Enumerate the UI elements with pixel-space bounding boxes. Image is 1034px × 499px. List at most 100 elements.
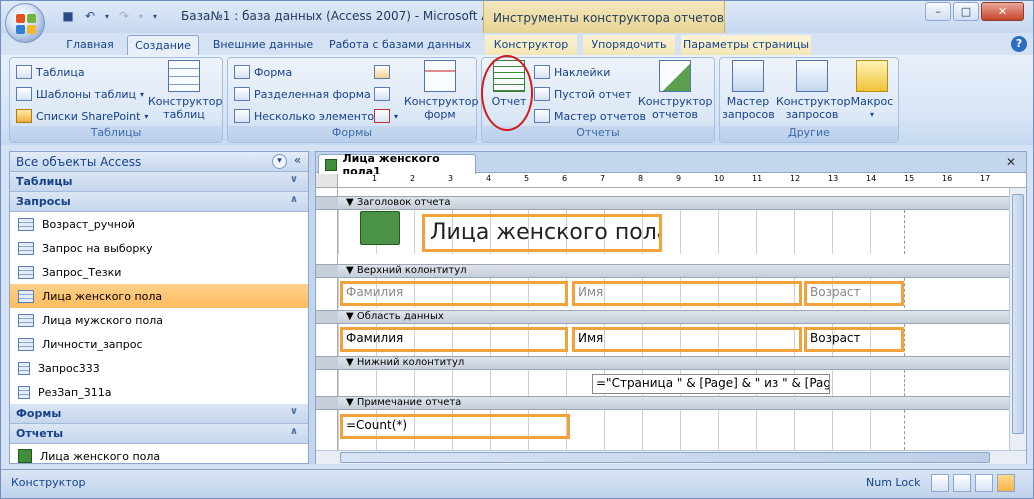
undo-dropdown-icon[interactable]: ▾ <box>103 8 111 24</box>
help-icon[interactable]: ? <box>1011 36 1027 52</box>
document-tab[interactable]: Лица женского пола1 <box>318 152 476 178</box>
nav-item-query-selected[interactable]: Лица женского пола <box>10 284 308 308</box>
report-title-label[interactable]: Лица женского пола <box>422 214 662 252</box>
layout-view-icon[interactable] <box>975 474 993 492</box>
blank-form-icon <box>374 87 390 101</box>
report-view-icon[interactable] <box>931 474 949 492</box>
ruler-tick-label: 7 <box>600 174 606 183</box>
nav-category-queries[interactable]: Запросы ∧ <box>10 192 308 212</box>
save-icon[interactable]: ■ <box>59 8 77 24</box>
table-templates-button[interactable]: Шаблоны таблиц ▾ <box>16 84 144 104</box>
print-preview-icon[interactable] <box>953 474 971 492</box>
detail-field-firstname[interactable]: Имя <box>572 327 802 352</box>
page-number-expression[interactable]: ="Страница " & [Page] & " из " & [Pages <box>592 374 830 394</box>
report-icon <box>325 158 337 171</box>
nav-item-query[interactable]: Запрос на выборку <box>10 236 308 260</box>
nav-category-reports[interactable]: Отчеты ∧ <box>10 424 308 444</box>
header-label-lastname[interactable]: Фамилия <box>340 281 568 306</box>
window-title: База№1 : база данных (Access 2007) - Mic… <box>181 9 514 23</box>
split-form-button[interactable]: Разделенная форма <box>234 84 371 104</box>
ruler-corner[interactable] <box>316 174 338 188</box>
nav-item-query[interactable]: Запрос_Тезки <box>10 260 308 284</box>
table-design-button[interactable]: Конструктор таблиц <box>148 60 222 121</box>
document-tabs: Лица женского пола1 ✕ <box>316 152 1026 178</box>
table-button[interactable]: Таблица <box>16 62 85 82</box>
horizontal-ruler: 1 2 3 4 5 6 7 8 9 10 11 12 13 14 15 16 17 <box>338 174 1026 188</box>
ruler-tick-label: 9 <box>676 174 682 183</box>
ribbon-tabs: Главная Создание Внешние данные Работа с… <box>1 33 1033 55</box>
action-query-icon <box>18 385 30 399</box>
close-button[interactable]: ✕ <box>981 2 1024 21</box>
group-forms: Форма Разделенная форма Несколько элемен… <box>227 57 478 143</box>
maximize-button[interactable]: □ <box>953 2 979 21</box>
detail-field-age[interactable]: Возраст <box>804 327 904 352</box>
header-label-firstname[interactable]: Имя <box>572 281 802 306</box>
action-query-icon <box>18 361 30 375</box>
macro-button[interactable]: Макрос ▾ <box>848 60 896 121</box>
section-selector[interactable] <box>316 264 338 278</box>
close-document-icon[interactable]: ✕ <box>1006 155 1016 169</box>
horizontal-scroll-thumb[interactable] <box>340 452 990 463</box>
section-selector[interactable] <box>316 310 338 324</box>
nav-item-query[interactable]: Возраст_ручной <box>10 212 308 236</box>
detail-field-lastname[interactable]: Фамилия <box>340 327 568 352</box>
pivot-chart-button[interactable] <box>374 62 390 82</box>
horizontal-scrollbar[interactable] <box>316 450 1026 464</box>
report-design-button[interactable]: Конструктор отчетов <box>638 60 712 121</box>
nav-item-report[interactable]: Лица женского пола <box>10 444 308 468</box>
nav-item-query[interactable]: Лица мужского пола <box>10 308 308 332</box>
query-design-button[interactable]: Конструктор запросов <box>776 60 850 121</box>
more-forms-icon <box>374 109 390 123</box>
tab-external-data[interactable]: Внешние данные <box>207 35 319 55</box>
blank-report-button[interactable]: Пустой отчет <box>534 84 631 104</box>
group-tables: Таблица Шаблоны таблиц ▾ Списки SharePoin… <box>9 57 223 143</box>
customize-qat-icon[interactable]: ▾ <box>149 8 161 24</box>
nav-category-forms[interactable]: Формы ∨ <box>10 404 308 424</box>
nav-item-query[interactable]: Личности_запрос <box>10 332 308 356</box>
report-wizard-button[interactable]: Мастер отчетов <box>534 106 646 126</box>
office-button[interactable] <box>5 3 45 43</box>
query-wizard-button[interactable]: Мастер запросов <box>722 60 775 121</box>
nav-item-action-query[interactable]: Запрос333 <box>10 356 308 380</box>
nav-collapse-icon[interactable]: « <box>290 154 305 169</box>
count-expression[interactable]: =Count(*) <box>340 414 570 439</box>
section-selector[interactable] <box>316 196 338 210</box>
more-forms-button[interactable]: ▾ <box>374 106 398 126</box>
redo-icon[interactable]: ↷ <box>115 8 133 24</box>
tab-design[interactable]: Конструктор <box>485 35 577 55</box>
blank-form-button[interactable] <box>374 84 390 104</box>
nav-item-action-query[interactable]: РезЗап_311а <box>10 380 308 404</box>
section-bar-page-footer[interactable]: ▼ Нижний колонтитул <box>338 356 1026 370</box>
header-label-age[interactable]: Возраст <box>804 281 904 306</box>
nav-menu-icon[interactable]: ▾ <box>272 154 287 169</box>
design-view-icon[interactable] <box>997 474 1015 492</box>
section-bar-report-footer[interactable]: ▼ Примечание отчета <box>338 396 1026 410</box>
ruler-tick-label: 1 <box>372 174 378 183</box>
nav-category-tables[interactable]: Таблицы ∨ <box>10 172 308 192</box>
tab-arrange[interactable]: Упорядочить <box>583 35 675 55</box>
sharepoint-lists-button[interactable]: Списки SharePoint ▾ <box>16 106 148 126</box>
minimize-button[interactable]: – <box>925 2 951 21</box>
section-bar-page-header[interactable]: ▼ Верхний колонтитул <box>338 264 1026 278</box>
tab-page-setup[interactable]: Параметры страницы <box>681 35 811 55</box>
nav-header[interactable]: Все объекты Access ▾ « <box>10 152 308 172</box>
labels-button[interactable]: Наклейки <box>534 62 610 82</box>
group-label-forms: Формы <box>228 126 476 142</box>
report-logo-icon[interactable] <box>360 211 400 245</box>
tab-database-tools[interactable]: Работа с базами данных <box>327 35 473 55</box>
form-button[interactable]: Форма <box>234 62 292 82</box>
section-selector[interactable] <box>316 396 338 410</box>
section-selector[interactable] <box>316 356 338 370</box>
tab-home[interactable]: Главная <box>61 35 119 55</box>
multiple-items-button[interactable]: Несколько элементов <box>234 106 381 126</box>
section-bar-detail[interactable]: ▼ Область данных <box>338 310 1026 324</box>
vertical-scrollbar[interactable] <box>1009 188 1026 450</box>
tab-create[interactable]: Создание <box>127 35 199 55</box>
ruler-tick-label: 11 <box>752 174 763 183</box>
ruler-tick-label: 6 <box>562 174 568 183</box>
redo-dropdown-icon[interactable]: ▾ <box>137 8 145 24</box>
section-bar-report-header[interactable]: ▼ Заголовок отчета <box>338 196 1026 210</box>
vertical-scroll-thumb[interactable] <box>1012 194 1024 434</box>
form-design-button[interactable]: Конструктор форм <box>404 60 478 121</box>
undo-icon[interactable]: ↶ <box>81 8 99 24</box>
